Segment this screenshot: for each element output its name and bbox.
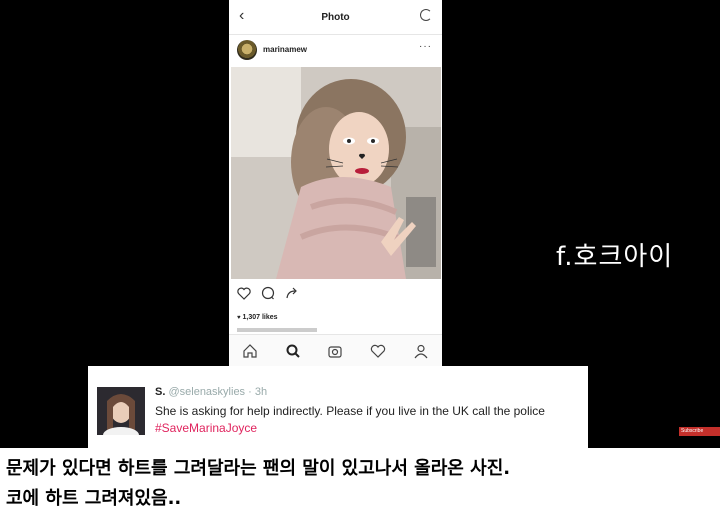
tweet-avatar-image [97,387,145,435]
share-icon[interactable] [285,286,299,300]
divider [229,34,442,35]
tweet-avatar[interactable] [97,387,145,435]
home-icon[interactable] [242,343,258,359]
selfie-image [231,67,441,279]
refresh-icon[interactable] [420,9,432,21]
like-heart-icon[interactable] [237,287,251,300]
likes-label: 1,307 likes [242,314,278,321]
watermark: f.호크아이 [556,242,674,272]
caption-line-2: 코에 하트 그려져있음.. [6,488,182,509]
camera-icon[interactable] [327,343,343,359]
heart-icon[interactable] [370,343,386,359]
more-options-icon[interactable]: ··· [419,41,432,52]
tweet-meta: S. @selenaskylies · 3h [155,386,267,398]
tweet-text: She is asking for help indirectly. Pleas… [155,403,575,437]
subscribe-badge[interactable]: Subscribe [679,427,720,436]
like-count[interactable]: ♥ 1,307 likes [237,314,278,321]
tweet-author-name[interactable]: S. [155,386,165,398]
post-photo[interactable] [231,67,441,279]
caption-line-1: 문제가 있다면 하트를 그려달라는 팬의 말이 있고나서 올라온 사진. [6,458,511,479]
page-title: Photo [321,11,350,23]
username[interactable]: marinamew [263,45,307,54]
comment-icon[interactable] [261,286,275,300]
post-actions [237,286,299,300]
profile-icon[interactable] [413,343,429,359]
post-header: marinamew ··· [229,36,442,66]
tweet-card: S. @selenaskylies · 3h She is asking for… [88,366,588,448]
top-nav: ‹ Photo [229,0,442,34]
tweet-handle[interactable]: @selenaskylies · 3h [168,386,267,398]
tweet-body: She is asking for help indirectly. Pleas… [155,404,545,418]
avatar[interactable] [237,40,257,60]
caption-preview [237,328,317,332]
bottom-tab-bar [229,334,442,366]
phone-screen: ‹ Photo marinamew ··· ♥ 1,307 likes [229,0,442,366]
back-button[interactable]: ‹ [239,7,244,25]
search-icon[interactable] [285,343,301,359]
small-heart-icon: ♥ [237,315,241,321]
caption-bar: 문제가 있다면 하트를 그려달라는 팬의 말이 있고나서 올라온 사진. 코에 … [0,448,720,514]
tweet-hashtag[interactable]: #SaveMarinaJoyce [155,421,257,435]
